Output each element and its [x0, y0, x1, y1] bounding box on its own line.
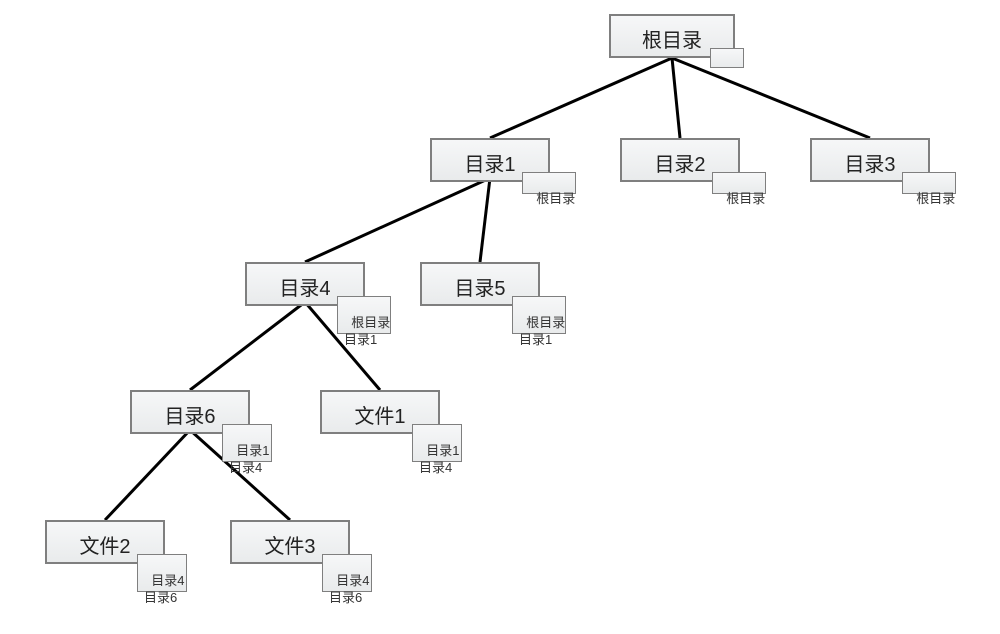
sub-text: 根目录 目录1	[519, 315, 565, 346]
node-label: 目录1	[464, 154, 515, 176]
sub-text: 根目录 目录1	[344, 315, 390, 346]
node-label: 目录6	[164, 406, 215, 428]
node-dir3-sub: 根目录	[902, 172, 956, 194]
node-file1-sub: 目录1 目录4	[412, 424, 462, 462]
node-label: 目录2	[654, 154, 705, 176]
sub-text: 根目录	[726, 191, 765, 206]
node-file3-sub: 目录4 目录6	[322, 554, 372, 592]
sub-text: 根目录	[916, 191, 955, 206]
sub-text: 目录4 目录6	[329, 573, 369, 604]
node-label: 文件3	[264, 536, 315, 558]
node-label: 根目录	[642, 30, 702, 52]
node-label: 文件1	[354, 406, 405, 428]
sub-text: 目录1 目录4	[229, 443, 269, 474]
sub-text: 目录4 目录6	[144, 573, 184, 604]
node-label: 目录4	[279, 278, 330, 300]
node-dir5-sub: 根目录 目录1	[512, 296, 566, 334]
sub-text: 目录1 目录4	[419, 443, 459, 474]
node-label: 目录5	[454, 278, 505, 300]
node-dir1-sub: 根目录	[522, 172, 576, 194]
node-dir2-sub: 根目录	[712, 172, 766, 194]
node-label: 目录3	[844, 154, 895, 176]
sub-text: 根目录	[536, 191, 575, 206]
node-label: 文件2	[79, 536, 130, 558]
node-file2-sub: 目录4 目录6	[137, 554, 187, 592]
node-root-sub	[710, 48, 744, 68]
node-dir4-sub: 根目录 目录1	[337, 296, 391, 334]
node-dir6-sub: 目录1 目录4	[222, 424, 272, 462]
